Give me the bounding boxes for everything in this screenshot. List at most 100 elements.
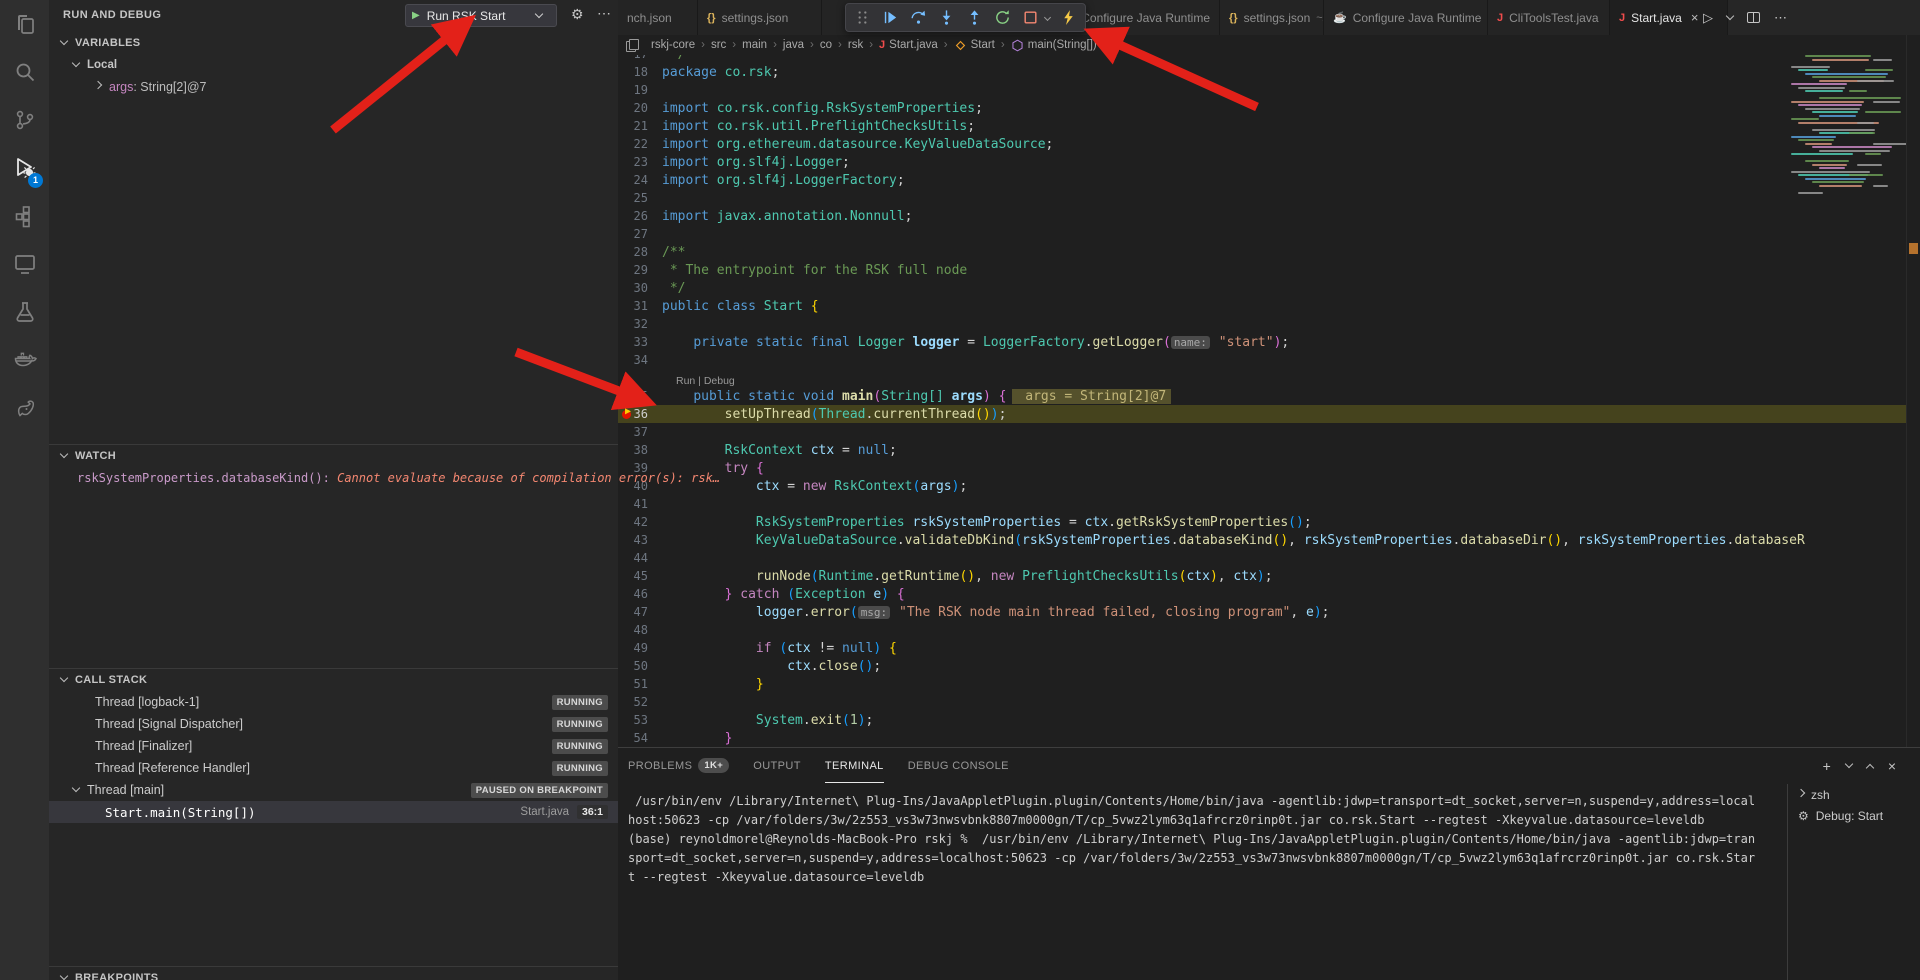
watch-expression-row[interactable]: rskSystemProperties.databaseKind(): Cann… <box>49 467 618 489</box>
call-stack-section-header[interactable]: CALL STACK <box>49 669 618 691</box>
terminal-output[interactable]: /usr/bin/env /Library/Internet\ Plug-Ins… <box>628 792 1780 980</box>
code-line-49[interactable]: 49 if (ctx != null) { <box>618 639 1920 657</box>
code-line-45[interactable]: 45 runNode(Runtime.getRuntime(), new Pre… <box>618 567 1920 585</box>
dropdown-chevron-icon[interactable] <box>1727 15 1733 21</box>
tab-clitoolstest-java[interactable]: JCliToolsTest.java <box>1488 0 1610 35</box>
code-line-29[interactable]: 29 * The entrypoint for the RSK full nod… <box>618 261 1920 279</box>
code-line-37[interactable]: 37 <box>618 423 1920 441</box>
line-number[interactable]: 26 <box>618 209 662 223</box>
line-number[interactable]: 35 <box>618 389 662 403</box>
thread-row[interactable]: Thread [Reference Handler]RUNNING <box>49 757 618 779</box>
activity-bar-item-explorer[interactable] <box>0 0 49 48</box>
step-into-icon[interactable] <box>937 8 956 27</box>
restart-icon[interactable] <box>993 8 1012 27</box>
tab-settings-json[interactable]: {}settings.json <box>698 0 822 35</box>
code-line-23[interactable]: 23import org.slf4j.Logger; <box>618 153 1920 171</box>
more-actions-icon[interactable]: ⋯ <box>1774 10 1787 26</box>
code-line-30[interactable]: 30 */ <box>618 279 1920 297</box>
continue-icon[interactable] <box>881 8 900 27</box>
code-line-50[interactable]: 50 ctx.close(); <box>618 657 1920 675</box>
variables-section-header[interactable]: VARIABLES <box>49 32 618 54</box>
line-number[interactable]: 48 <box>618 623 662 637</box>
panel-tab-output[interactable]: OUTPUT <box>753 748 801 783</box>
line-number[interactable]: 47 <box>618 605 662 619</box>
activity-bar-item-search[interactable] <box>0 48 49 96</box>
close-icon[interactable]: × <box>1691 10 1699 25</box>
code-line-27[interactable]: 27 <box>618 225 1920 243</box>
code-line-35[interactable]: 35 public static void main(String[] args… <box>618 387 1920 405</box>
code-line-22[interactable]: 22import org.ethereum.datasource.KeyValu… <box>618 135 1920 153</box>
line-number[interactable]: 38 <box>618 443 662 457</box>
codelens-run-debug[interactable]: Run | Debug <box>618 369 1920 387</box>
line-number[interactable]: 30 <box>618 281 662 295</box>
line-number[interactable]: 53 <box>618 713 662 727</box>
breakpoints-section-header[interactable]: BREAKPOINTS <box>49 967 618 980</box>
code-line-43[interactable]: 43 KeyValueDataSource.validateDbKind(rsk… <box>618 531 1920 549</box>
code-line-24[interactable]: 24import org.slf4j.LoggerFactory; <box>618 171 1920 189</box>
line-number[interactable]: 33 <box>618 335 662 349</box>
stop-dropdown-chevron-icon[interactable] <box>1044 14 1051 21</box>
step-over-icon[interactable] <box>909 8 928 27</box>
tab-configure-java-runtime[interactable]: ☕Configure Java Runtime <box>1324 0 1488 35</box>
line-number[interactable]: 31 <box>618 299 662 313</box>
breadcrumb-segment[interactable]: rskj-core <box>651 39 695 51</box>
variable-args-row[interactable]: args : String[2]@7 <box>49 76 618 98</box>
code-line-33[interactable]: 33 private static final Logger logger = … <box>618 333 1920 351</box>
breakpoint-paused-icon[interactable]: ▶ <box>622 408 638 420</box>
line-number[interactable]: 41 <box>618 497 662 511</box>
variables-scope-local[interactable]: Local <box>49 54 618 76</box>
terminal-session-debug-start[interactable]: ⚙Debug: Start <box>1788 805 1920 826</box>
code-line-39[interactable]: 39 try { <box>618 459 1920 477</box>
line-number[interactable]: 46 <box>618 587 662 601</box>
line-number[interactable]: 44 <box>618 551 662 565</box>
split-editor-icon[interactable] <box>1747 12 1760 23</box>
breadcrumb-segment[interactable]: src <box>711 39 726 51</box>
code-line-42[interactable]: 42 RskSystemProperties rskSystemProperti… <box>618 513 1920 531</box>
line-number[interactable]: 29 <box>618 263 662 277</box>
code-line-38[interactable]: 38 RskContext ctx = null; <box>618 441 1920 459</box>
code-line-54[interactable]: 54 } <box>618 729 1920 747</box>
line-number[interactable]: 24 <box>618 173 662 187</box>
code-line-46[interactable]: 46 } catch (Exception e) { <box>618 585 1920 603</box>
drag-grip-icon[interactable] <box>853 8 872 27</box>
line-number[interactable]: 32 <box>618 317 662 331</box>
line-number[interactable]: 45 <box>618 569 662 583</box>
code-line-28[interactable]: 28/** <box>618 243 1920 261</box>
line-number[interactable]: 20 <box>618 101 662 115</box>
line-number[interactable]: 27 <box>618 227 662 241</box>
run-file-icon[interactable]: ▷ <box>1703 10 1713 26</box>
breadcrumb-segment[interactable]: JStart.java <box>879 39 938 51</box>
stop-icon[interactable] <box>1021 8 1040 27</box>
panel-tab-terminal[interactable]: TERMINAL <box>825 748 884 783</box>
editor-decoration-icon[interactable] <box>626 39 637 51</box>
code-line-53[interactable]: 53 System.exit(1); <box>618 711 1920 729</box>
code-line-19[interactable]: 19 <box>618 81 1920 99</box>
chevron-down-icon[interactable] <box>535 9 543 17</box>
code-line-31[interactable]: 31public class Start { <box>618 297 1920 315</box>
terminal-dropdown-chevron-icon[interactable] <box>1846 763 1852 769</box>
activity-bar-item-run-and-debug[interactable]: 1 <box>0 144 49 192</box>
terminal-session-zsh[interactable]: zsh <box>1788 784 1920 805</box>
thread-row[interactable]: Thread [logback-1]RUNNING <box>49 691 618 713</box>
code-line-41[interactable]: 41 <box>618 495 1920 513</box>
maximize-panel-icon[interactable] <box>1867 763 1873 769</box>
thread-row[interactable]: Thread [Signal Dispatcher]RUNNING <box>49 713 618 735</box>
breadcrumb-segment[interactable]: main <box>742 39 767 51</box>
code-line-18[interactable]: 18package co.rsk; <box>618 63 1920 81</box>
line-number[interactable]: 18 <box>618 65 662 79</box>
code-line-20[interactable]: 20import co.rsk.config.RskSystemProperti… <box>618 99 1920 117</box>
tab-nch-json[interactable]: nch.json <box>618 0 698 35</box>
code-line-26[interactable]: 26import javax.annotation.Nonnull; <box>618 207 1920 225</box>
activity-bar-item-gradle[interactable] <box>0 384 49 432</box>
more-actions-icon[interactable]: ⋯ <box>597 5 611 22</box>
line-number[interactable]: 50 <box>618 659 662 673</box>
new-terminal-icon[interactable]: + <box>1823 758 1831 774</box>
watch-section-header[interactable]: WATCH <box>49 445 618 467</box>
code-line-48[interactable]: 48 <box>618 621 1920 639</box>
code-line-21[interactable]: 21import co.rsk.util.PreflightChecksUtil… <box>618 117 1920 135</box>
tab-settings-json[interactable]: {}settings.json~/.../User <box>1220 0 1324 35</box>
breadcrumb-segment[interactable]: java <box>783 39 804 51</box>
code-line-52[interactable]: 52 <box>618 693 1920 711</box>
line-number[interactable]: 21 <box>618 119 662 133</box>
line-number[interactable]: 51 <box>618 677 662 691</box>
